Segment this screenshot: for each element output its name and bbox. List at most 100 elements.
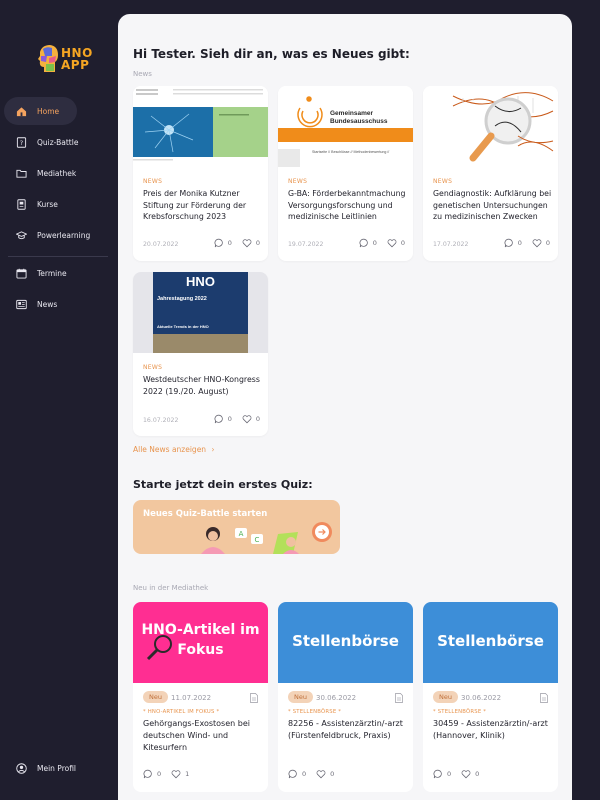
mediathek-card-image: Stellenbörse [423, 602, 558, 683]
sidebar-item-label: Powerlearning [37, 230, 91, 240]
card-tag: NEWS [288, 178, 308, 185]
comment-icon[interactable] [143, 769, 153, 779]
like-count: 0 [400, 239, 405, 247]
sidebar-item-powerlearning[interactable]: Powerlearning [4, 221, 90, 249]
heart-icon[interactable] [242, 238, 252, 248]
news-card[interactable]: Gemeinsamer Bundesausschuss Startseite /… [278, 86, 413, 261]
quiz-battle-banner[interactable]: Neues Quiz-Battle starten A C [133, 500, 340, 554]
sidebar-item-quiz-battle[interactable]: ? Quiz-Battle [4, 128, 78, 156]
gba-logo-image [278, 86, 413, 167]
card-title: G-BA: Förderbekanntmachung Versorgungsfo… [288, 189, 406, 221]
card-date: 19.07.2022 [288, 241, 324, 248]
course-icon [17, 198, 26, 210]
app-logo[interactable]: HNO APP [37, 44, 93, 74]
like-count: 1 [185, 770, 190, 778]
logo-text-line2: APP [61, 58, 90, 72]
comment-count: 0 [372, 239, 377, 247]
news-card-image [133, 86, 268, 167]
like-count: 0 [330, 770, 335, 778]
quiz-banner-label: Neues Quiz-Battle starten [143, 509, 268, 519]
sidebar-item-label: Mediathek [37, 168, 77, 178]
user-icon [16, 762, 27, 774]
quiz-start-button[interactable] [312, 522, 332, 542]
research-image [133, 86, 268, 167]
sidebar-item-kurse[interactable]: Kurse [4, 190, 77, 218]
mediathek-section-label: Neu in der Mediathek [133, 584, 209, 592]
dna-magnifier-image [423, 86, 558, 167]
comment-count: 0 [227, 415, 232, 423]
comment-icon[interactable] [433, 769, 443, 779]
like-count: 0 [475, 770, 480, 778]
comment-icon[interactable] [359, 238, 369, 248]
home-icon [16, 106, 27, 116]
news-card[interactable]: HNO Jahrestagung 2022 Aktuelle Trends in… [133, 272, 268, 436]
heart-icon[interactable] [461, 769, 471, 779]
comment-icon[interactable] [288, 769, 298, 779]
magnifier-icon [146, 635, 172, 661]
card-date: 17.07.2022 [433, 241, 469, 248]
sidebar-divider [8, 256, 108, 257]
heart-icon[interactable] [387, 238, 397, 248]
mediathek-card-image: HNO-Artikel im Fokus [133, 602, 268, 683]
sidebar-item-label: Termine [37, 268, 67, 278]
news-section-label: News [133, 70, 152, 78]
comment-count: 0 [447, 770, 452, 778]
like-count: 0 [255, 239, 260, 247]
comment-count: 0 [302, 770, 307, 778]
arrow-right-icon [315, 525, 329, 539]
card-tag: * HNO-ARTIKEL IM FOKUS * [143, 709, 220, 715]
card-tag: NEWS [143, 178, 163, 185]
poster-title: Jahrestagung 2022 [157, 296, 207, 302]
comment-icon[interactable] [504, 238, 514, 248]
poster-subtitle: Aktuelle Trends in der HNO [157, 324, 209, 329]
quiz-illustration: A C [201, 527, 299, 554]
comment-count: 0 [227, 239, 232, 247]
sidebar-item-label: News [37, 299, 58, 309]
card-date: 11.07.2022 [171, 694, 212, 702]
card-date: 30.06.2022 [316, 694, 357, 702]
card-stats: 0 1 [143, 769, 189, 779]
logo-head-icon [38, 45, 58, 72]
card-title: Preis der Monika Kutzner Stiftung zur Fö… [143, 189, 247, 221]
news-card[interactable]: NEWS Preis der Monika Kutzner Stiftung z… [133, 86, 268, 261]
document-icon [540, 693, 548, 703]
card-stats: 0 0 [214, 414, 260, 424]
heart-icon[interactable] [242, 414, 252, 424]
quiz-icon: ? [16, 136, 27, 148]
orange-band [278, 128, 413, 142]
sidebar-item-termine[interactable]: Termine [4, 259, 77, 287]
sidebar-item-label: Mein Profil [37, 763, 77, 773]
new-badge: Neu [433, 691, 458, 703]
svg-text:A: A [239, 530, 244, 538]
image-title: Stellenbörse [292, 632, 399, 650]
sidebar-item-home[interactable]: Home [4, 97, 77, 125]
comment-icon[interactable] [214, 238, 224, 248]
all-news-link[interactable]: Alle News anzeigen › [133, 445, 214, 454]
heart-icon[interactable] [532, 238, 542, 248]
news-card[interactable]: NEWS Gendiagnostik: Aufklärung bei genet… [423, 86, 558, 261]
comment-count: 0 [157, 770, 162, 778]
card-tag: NEWS [433, 178, 453, 185]
folder-icon [16, 169, 27, 178]
heart-icon[interactable] [171, 769, 181, 779]
heart-icon[interactable] [316, 769, 326, 779]
sidebar-item-mediathek[interactable]: Mediathek [4, 159, 77, 187]
calendar-icon [16, 268, 27, 279]
mediathek-card[interactable]: HNO-Artikel im Fokus Neu 11.07.2022 * HN… [133, 602, 268, 792]
sidebar-item-profile[interactable]: Mein Profil [4, 754, 77, 782]
comment-icon[interactable] [214, 414, 224, 424]
sidebar-item-label: Home [37, 106, 60, 116]
comment-count: 0 [517, 239, 522, 247]
image-breadcrumb: Startseite // Beschlüsse // Methodenbewe… [312, 150, 390, 154]
mediathek-card[interactable]: Stellenbörse Neu 30.06.2022 * STELLENBÖR… [278, 602, 413, 792]
new-badge: Neu [288, 691, 313, 703]
card-stats: 0 0 [214, 238, 260, 248]
card-title: 82256 - Assistenzärztin/-arzt (Fürstenfe… [288, 719, 403, 740]
newspaper-icon [16, 299, 27, 309]
sidebar-item-news[interactable]: News [4, 290, 77, 318]
document-icon [250, 693, 258, 703]
mediathek-card[interactable]: Stellenbörse Neu 30.06.2022 * STELLENBÖR… [423, 602, 558, 792]
new-badge: Neu [143, 691, 168, 703]
image-title: Stellenbörse [437, 632, 544, 650]
card-date: 20.07.2022 [143, 241, 179, 248]
